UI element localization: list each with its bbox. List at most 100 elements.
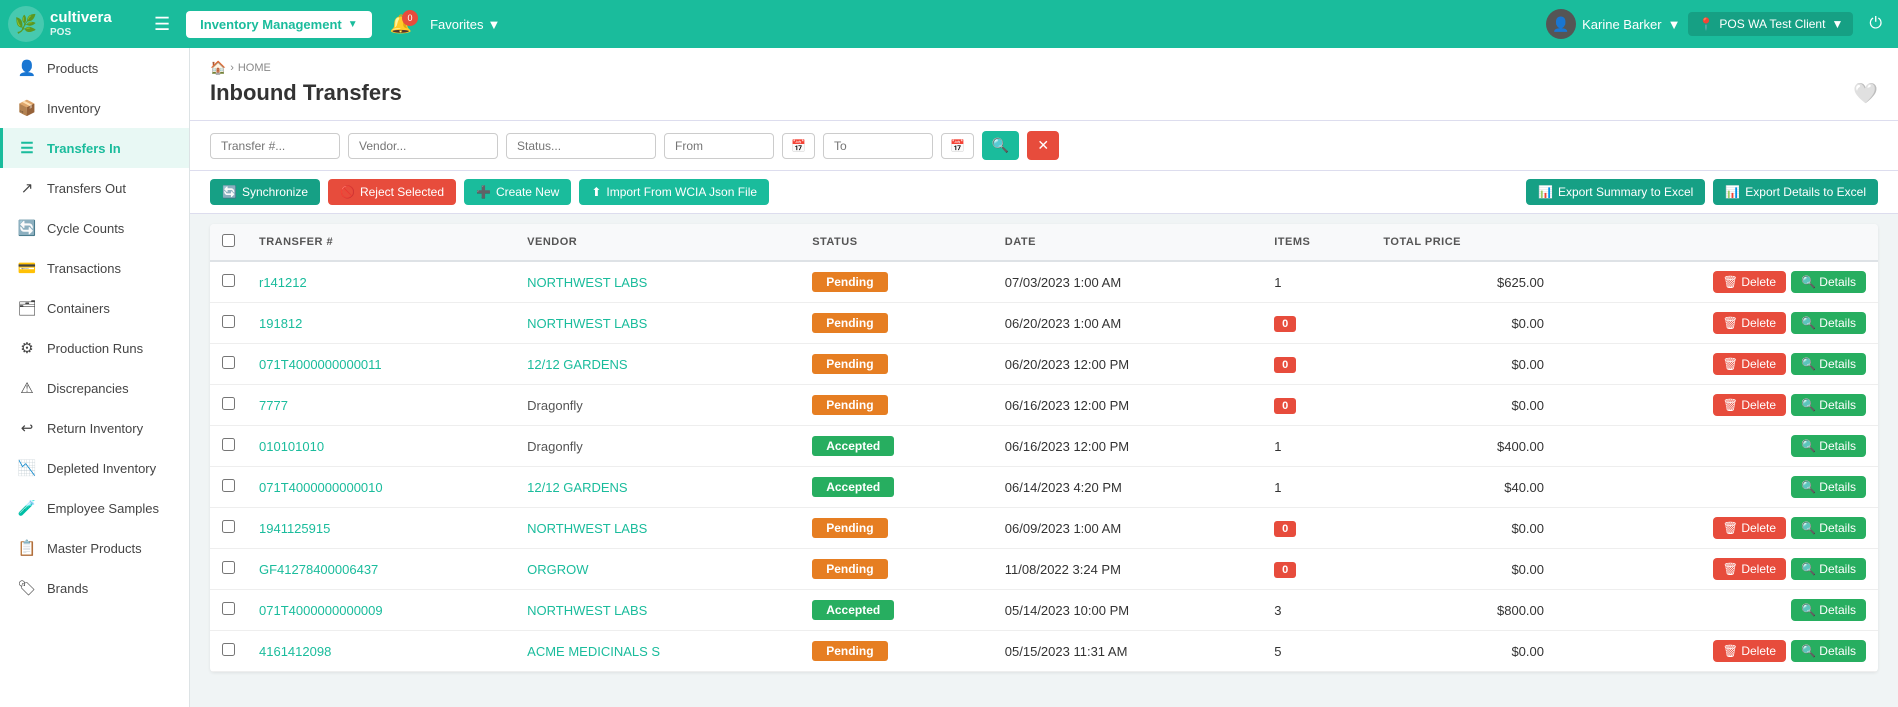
sidebar-item-transactions[interactable]: 💳 Transactions (0, 248, 189, 288)
row-checkbox[interactable] (222, 438, 235, 451)
vendor-name[interactable]: 12/12 GARDENS (527, 480, 627, 495)
row-checkbox[interactable] (222, 315, 235, 328)
transfer-id-link[interactable]: 010101010 (259, 439, 324, 454)
row-actions: 🗑 Delete 🔍 Details (1568, 353, 1866, 375)
vendor-input[interactable] (348, 133, 498, 159)
vendor-name[interactable]: ACME MEDICINALS S (527, 644, 660, 659)
details-button[interactable]: 🔍 Details (1791, 640, 1866, 662)
sidebar-item-label: Discrepancies (47, 381, 129, 396)
to-calendar-button[interactable]: 📅 (941, 133, 974, 159)
vendor-name[interactable]: ORGROW (527, 562, 588, 577)
sidebar-item-cycle-counts[interactable]: 🔄 Cycle Counts (0, 208, 189, 248)
delete-button[interactable]: 🗑 Delete (1713, 640, 1786, 662)
vendor-name[interactable]: 12/12 GARDENS (527, 357, 627, 372)
power-button[interactable]: ⏻ (1861, 11, 1890, 37)
from-date-input[interactable] (664, 133, 774, 159)
items-count: 1 (1274, 480, 1281, 495)
sidebar-item-production-runs[interactable]: ⚙ Production Runs (0, 328, 189, 368)
status-badge: Pending (812, 272, 887, 292)
sidebar-item-master-products[interactable]: 📋 Master Products (0, 528, 189, 568)
details-button[interactable]: 🔍 Details (1791, 312, 1866, 334)
details-button[interactable]: 🔍 Details (1791, 517, 1866, 539)
sidebar-item-products[interactable]: 👤 Products (0, 48, 189, 88)
delete-button[interactable]: 🗑 Delete (1713, 353, 1786, 375)
sidebar-item-discrepancies[interactable]: ⚠ Discrepancies (0, 368, 189, 408)
transfer-id-link[interactable]: 7777 (259, 398, 288, 413)
items-cell: 0 (1262, 344, 1371, 385)
vendor-name[interactable]: NORTHWEST LABS (527, 316, 647, 331)
transfer-number-input[interactable] (210, 133, 340, 159)
from-calendar-button[interactable]: 📅 (782, 133, 815, 159)
transfer-id-link[interactable]: 071T4000000000009 (259, 603, 383, 618)
row-checkbox[interactable] (222, 479, 235, 492)
to-date-input[interactable] (823, 133, 933, 159)
details-button[interactable]: 🔍 Details (1791, 558, 1866, 580)
details-button[interactable]: 🔍 Details (1791, 394, 1866, 416)
export-summary-button[interactable]: 📊 Export Summary to Excel (1526, 179, 1705, 205)
details-button[interactable]: 🔍 Details (1791, 476, 1866, 498)
transfer-id-link[interactable]: 071T4000000000011 (259, 357, 382, 372)
details-button[interactable]: 🔍 Details (1791, 271, 1866, 293)
vendor-name[interactable]: Dragonfly (527, 398, 583, 413)
row-checkbox[interactable] (222, 643, 235, 656)
row-checkbox[interactable] (222, 397, 235, 410)
location-selector[interactable]: 📍 POS WA Test Client ▼ (1688, 12, 1853, 36)
search-button[interactable]: 🔍 (982, 131, 1019, 160)
row-checkbox[interactable] (222, 602, 235, 615)
row-checkbox[interactable] (222, 561, 235, 574)
sidebar-item-label: Return Inventory (47, 421, 143, 436)
notification-bell[interactable]: 🔔 0 (380, 10, 422, 39)
date-cell: 06/16/2023 12:00 PM (993, 426, 1262, 467)
sidebar-item-transfers-in[interactable]: ☰ Transfers In (0, 128, 189, 168)
vendor-name[interactable]: NORTHWEST LABS (527, 521, 647, 536)
transfer-id-link[interactable]: r141212 (259, 275, 307, 290)
row-actions: 🔍 Details (1568, 599, 1866, 621)
sidebar-item-brands[interactable]: 🏷 Brands (0, 568, 189, 608)
delete-button[interactable]: 🗑 Delete (1713, 271, 1786, 293)
transfer-id-link[interactable]: 191812 (259, 316, 302, 331)
sidebar-item-inventory[interactable]: 📦 Inventory (0, 88, 189, 128)
transfer-id-link[interactable]: GF41278400006437 (259, 562, 378, 577)
status-cell: Accepted (800, 426, 993, 467)
create-new-button[interactable]: ➕ Create New (464, 179, 571, 205)
export-details-button[interactable]: 📊 Export Details to Excel (1713, 179, 1878, 205)
transfer-id-cell: 010101010 (247, 426, 515, 467)
synchronize-button[interactable]: 🔄 Synchronize (210, 179, 320, 205)
reject-selected-button[interactable]: 🚫 Reject Selected (328, 179, 456, 205)
favorites-button[interactable]: Favorites ▼ (430, 17, 500, 32)
breadcrumb: 🏠 › HOME (210, 60, 1878, 76)
details-button[interactable]: 🔍 Details (1791, 435, 1866, 457)
vendor-name[interactable]: NORTHWEST LABS (527, 275, 647, 290)
delete-button[interactable]: 🗑 Delete (1713, 558, 1786, 580)
select-all-checkbox[interactable] (222, 234, 235, 247)
row-checkbox[interactable] (222, 520, 235, 533)
transfer-id-cell: GF41278400006437 (247, 549, 515, 590)
vendor-cell: ORGROW (515, 549, 800, 590)
transfer-id-link[interactable]: 1941125915 (259, 521, 330, 536)
vendor-name[interactable]: NORTHWEST LABS (527, 603, 647, 618)
delete-button[interactable]: 🗑 Delete (1713, 517, 1786, 539)
module-dropdown[interactable]: Inventory Management ▼ (186, 11, 372, 38)
favorite-button[interactable]: 🤍 (1853, 81, 1878, 106)
import-button[interactable]: ⬆ Import From WCIA Json File (579, 179, 769, 205)
transfer-id-link[interactable]: 071T4000000000010 (259, 480, 383, 495)
sidebar-item-employee-samples[interactable]: 🧪 Employee Samples (0, 488, 189, 528)
hamburger-button[interactable]: ☰ (146, 10, 178, 39)
row-checkbox[interactable] (222, 274, 235, 287)
delete-button[interactable]: 🗑 Delete (1713, 312, 1786, 334)
sidebar-item-transfers-out[interactable]: ↗ Transfers Out (0, 168, 189, 208)
row-checkbox[interactable] (222, 356, 235, 369)
delete-button[interactable]: 🗑 Delete (1713, 394, 1786, 416)
sidebar-item-return-inventory[interactable]: ↩ Return Inventory (0, 408, 189, 448)
sidebar-item-depleted-inventory[interactable]: 📉 Depleted Inventory (0, 448, 189, 488)
clear-button[interactable]: ✕ (1027, 131, 1059, 160)
status-input[interactable] (506, 133, 656, 159)
transfer-id-link[interactable]: 4161412098 (259, 644, 331, 659)
user-menu[interactable]: 👤 Karine Barker ▼ (1546, 9, 1680, 39)
sidebar-item-containers[interactable]: 🗂 Containers (0, 288, 189, 328)
details-button[interactable]: 🔍 Details (1791, 599, 1866, 621)
price-cell: $625.00 (1371, 261, 1556, 303)
price-cell: $0.00 (1371, 344, 1556, 385)
vendor-name[interactable]: Dragonfly (527, 439, 583, 454)
details-button[interactable]: 🔍 Details (1791, 353, 1866, 375)
